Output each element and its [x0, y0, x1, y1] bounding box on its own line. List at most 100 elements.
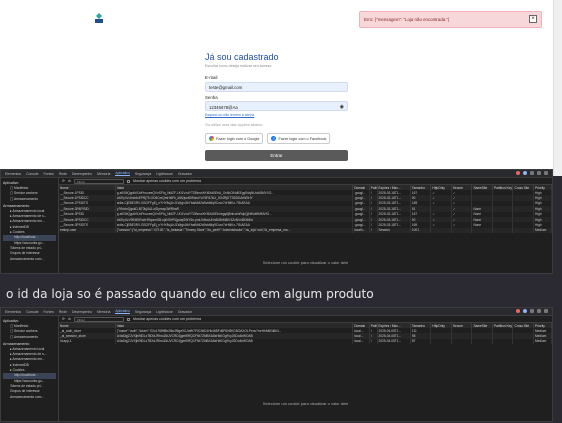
cookies-table: Nome Valor Domain Path Expires / Max... Taman… [59, 323, 552, 345]
tab-segurança[interactable]: Segurança [135, 310, 151, 314]
issues-checkbox-label: Mostrar apenas cookies com um problema [133, 179, 201, 183]
column-header[interactable]: Path [369, 323, 378, 328]
tab-desempenho[interactable]: Desempenho [72, 310, 92, 314]
table-cell: Medium [533, 227, 552, 234]
issues-checkbox[interactable] [127, 317, 131, 321]
error-count-icon[interactable] [516, 309, 520, 313]
sidebar-item[interactable]: ▢ Armazenamento [3, 335, 56, 340]
cookies-pane: ⟳ ⊘ Filtrar Mostrar apenas cookies com um p… [59, 316, 552, 421]
devtools-sidebar: Aplicativo ▢ Manifesto ▢ Service workers ▢ … [1, 316, 59, 421]
tab-gravador[interactable]: Gravador [178, 310, 192, 314]
devtools-tabs: Elementos Console Fontes Rede Desempenho Memó… [1, 308, 552, 316]
column-header[interactable]: Partition Key... [492, 185, 514, 190]
google-login-label: Fazer login com o Google [216, 136, 260, 141]
tab-memória[interactable]: Memória [97, 310, 110, 314]
table-cell [451, 227, 473, 234]
devtools-panel-second: Elementos Console Fontes Rede Desempenho Memó… [0, 307, 553, 422]
empty-value-text: Selecione um cookie para visualizar o va… [262, 401, 349, 406]
tab-memória[interactable]: Memória [97, 172, 110, 176]
close-icon[interactable] [544, 171, 548, 175]
or-text: Ou utilize uma das opções abaixo: [205, 123, 264, 127]
empty-value-text: Selecione um cookie para visualizar o va… [262, 260, 349, 265]
email-field[interactable]: teste@gmail.com [205, 81, 348, 92]
login-subtitle: Escolha como deseja realizar seu acesso: [205, 64, 273, 68]
tab-fontes[interactable]: Fontes [43, 172, 53, 176]
sidebar-item[interactable]: ▢ Armazenamento [3, 197, 56, 202]
table-cell: locai... [352, 338, 370, 345]
tab-toolbar [516, 309, 548, 313]
gear-icon[interactable] [530, 309, 534, 313]
filter-bar: ⟳ ⊘ Filtrar Mostrar apenas cookies com um p… [59, 178, 552, 185]
table-cell [512, 338, 534, 345]
forgot-password-link[interactable]: Esqueci ou não lembro a senha [205, 113, 350, 117]
tab-fontes[interactable]: Fontes [43, 310, 53, 314]
login-form: Já sou cadastrado Escolha como deseja re… [205, 52, 350, 161]
info-icon[interactable] [523, 171, 527, 175]
sidebar-item[interactable]: Armazenamento com... [3, 257, 56, 262]
refresh-icon[interactable]: ⟳ [62, 179, 65, 183]
tab-gravador[interactable]: Gravador [178, 172, 192, 176]
error-toast: Erro: {"mensagem": "Loja não encontrada.… [359, 11, 542, 28]
error-toast-text: Erro: {"mensagem": "Loja não encontrada.… [364, 17, 450, 22]
tab-lighthouse[interactable]: Lighthouse [156, 310, 173, 314]
error-count-icon[interactable] [516, 171, 520, 175]
web-page: Erro: {"mensagem": "Loja não encontrada.… [0, 0, 562, 176]
table-cell: 87 [410, 338, 432, 345]
filter-input[interactable]: Filtrar [74, 316, 125, 322]
table-cell: / [369, 338, 378, 345]
table-cell [430, 338, 452, 345]
issues-checkbox[interactable] [127, 179, 131, 183]
refresh-icon[interactable]: ⟳ [62, 317, 65, 321]
eye-icon[interactable]: ◉ [340, 104, 344, 110]
issues-checkbox-label: Mostrar apenas cookies com um problema [133, 317, 201, 321]
tab-rede[interactable]: Rede [59, 172, 67, 176]
filter-input[interactable]: Filtrar [74, 178, 125, 184]
table-cell: Session [377, 227, 411, 234]
table-cell [512, 227, 534, 234]
devtools-sidebar: Aplicativo ▢ Manifesto ▢ Service workers ▢ … [1, 178, 59, 273]
clear-icon[interactable]: ⊘ [68, 317, 71, 321]
tab-aplicativo[interactable]: Aplicativo [115, 171, 130, 176]
table-cell [471, 227, 493, 234]
close-icon[interactable] [544, 309, 548, 313]
close-icon[interactable]: × [529, 15, 537, 23]
sidebar-item[interactable]: Armazenamento com... [3, 395, 56, 400]
tab-lighthouse[interactable]: Lighthouse [156, 172, 173, 176]
devtools-panel: Elementos Console Fontes Rede Desempenho Memó… [0, 169, 553, 274]
table-cell: embrp-user [59, 227, 116, 234]
table-cell: localh... [352, 227, 370, 234]
tab-segurança[interactable]: Segurança [135, 172, 151, 176]
table-cell: / [369, 227, 378, 234]
column-header[interactable]: Path [369, 185, 378, 190]
info-icon[interactable] [523, 309, 527, 313]
cookies-pane: ⟳ ⊘ Filtrar Mostrar apenas cookies com um p… [59, 178, 552, 273]
tab-elementos[interactable]: Elementos [5, 310, 21, 314]
password-field[interactable]: 12345678@Aa ◉ [205, 101, 348, 111]
facebook-login-button[interactable]: f Fazer login com o Facebook [267, 133, 331, 144]
table-cell: 2025-04-05T1... [377, 338, 411, 345]
email-label: E-mail [205, 75, 218, 80]
table-cell: 1001 [410, 227, 432, 234]
tab-aplicativo[interactable]: Aplicativo [115, 309, 130, 314]
google-login-button[interactable]: Fazer login com o Google [205, 133, 264, 144]
store-logo-icon [95, 13, 103, 23]
table-row[interactable]: id-app-1 A4wDqjZJVXjbI9iDLzTBXdJRhruZkUVC… [59, 338, 552, 345]
tab-console[interactable]: Console [26, 310, 38, 314]
tab-console[interactable]: Console [26, 172, 38, 176]
more-icon[interactable] [537, 171, 541, 175]
tab-elementos[interactable]: Elementos [5, 172, 21, 176]
filter-bar: ⟳ ⊘ Filtrar Mostrar apenas cookies com um p… [59, 316, 552, 323]
column-header[interactable]: Partition Key... [492, 323, 514, 328]
enter-button[interactable]: Entrar [205, 150, 348, 161]
gear-icon[interactable] [530, 171, 534, 175]
tab-desempenho[interactable]: Desempenho [72, 172, 92, 176]
tab-rede[interactable]: Rede [59, 310, 67, 314]
chat-message: o id da loja so é passado quando eu clic… [6, 287, 374, 301]
table-cell: id-app-1 [59, 338, 116, 345]
page-scrollbar[interactable] [553, 0, 562, 176]
table-cell: A4wDqjZJVXjbI9iDLzTBXdJRhruZkUVCRDJjgm9I… [115, 338, 354, 345]
more-icon[interactable] [537, 309, 541, 313]
table-cell [492, 227, 514, 234]
table-row[interactable]: embrp-user {"session":{"id_empresa":"473 … [59, 227, 552, 234]
clear-icon[interactable]: ⊘ [68, 179, 71, 183]
